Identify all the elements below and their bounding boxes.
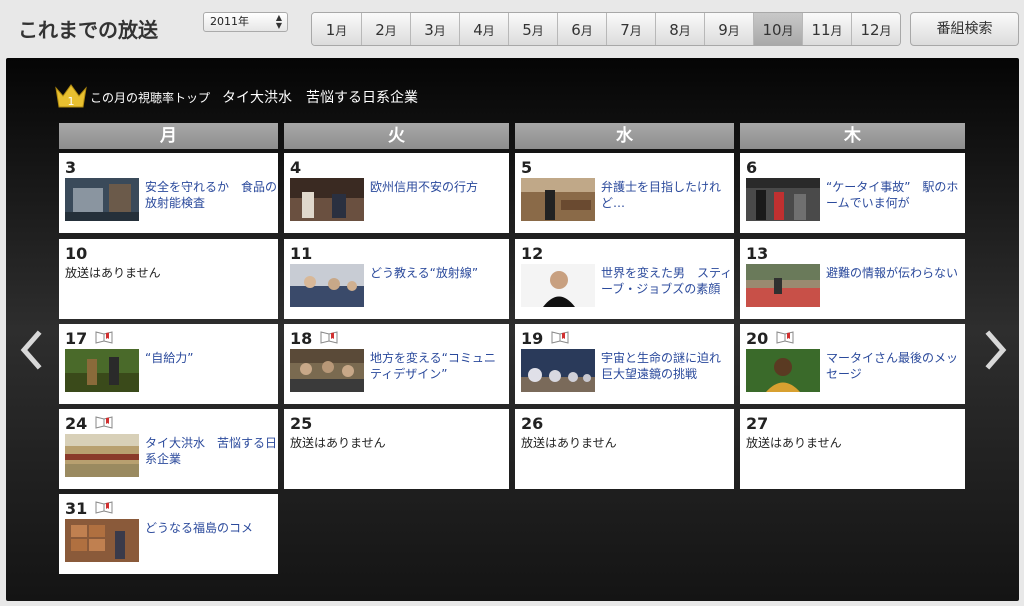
day-number: 24 xyxy=(65,414,88,433)
weekday-header-mon: 月 xyxy=(59,123,278,149)
month-tab-2[interactable]: 2月 xyxy=(361,13,410,45)
month-tab-11[interactable]: 11月 xyxy=(802,13,851,45)
crown-rank: 1 xyxy=(68,95,75,108)
calendar-day-27: 27 放送はありません xyxy=(740,409,965,489)
top-rated-banner: 1 この月の視聴率トップ タイ大洪水 苦悩する日系企業 xyxy=(54,82,418,110)
no-broadcast-text: 放送はありません xyxy=(521,436,617,450)
day-number: 17 xyxy=(65,329,88,348)
program-title-link[interactable]: 避難の情報が伝わらない xyxy=(826,265,960,281)
program-title-link[interactable]: 弁護士を目指したけれど… xyxy=(601,179,735,211)
year-select-value: 2011年 xyxy=(210,15,249,28)
month-tab-1[interactable]: 1月 xyxy=(312,13,361,45)
program-thumbnail[interactable] xyxy=(290,349,364,392)
weekday-header-tue: 火 xyxy=(284,123,509,149)
calendar-day-10: 10 放送はありません xyxy=(59,239,278,319)
calendar-day-6[interactable]: 6 “ケータイ事故” 駅のホームでいま何が xyxy=(740,153,965,233)
calendar-day-20[interactable]: 20 マータイさん最後のメッセージ xyxy=(740,324,965,404)
day-number: 18 xyxy=(290,329,313,348)
select-arrows-icon: ▲ ▼ xyxy=(275,13,282,30)
program-thumbnail[interactable] xyxy=(290,178,364,221)
program-search-button[interactable]: 番組検索 xyxy=(910,12,1019,46)
program-title-link[interactable]: “自給力” xyxy=(145,350,279,366)
top-rated-label: この月の視聴率トップ xyxy=(90,91,211,105)
program-thumbnail[interactable] xyxy=(290,264,364,307)
calendar-day-26: 26 放送はありません xyxy=(515,409,734,489)
chevron-right-icon[interactable] xyxy=(983,330,1009,370)
program-thumbnail[interactable] xyxy=(65,434,139,477)
month-tab-10[interactable]: 10月 xyxy=(753,13,802,45)
calendar-day-31[interactable]: 31 どうなる福島のコメ xyxy=(59,494,278,574)
open-book-icon[interactable] xyxy=(95,415,113,429)
program-thumbnail[interactable] xyxy=(521,349,595,392)
program-thumbnail[interactable] xyxy=(746,178,820,221)
program-thumbnail[interactable] xyxy=(65,349,139,392)
calendar-day-5[interactable]: 5 弁護士を目指したけれど… xyxy=(515,153,734,233)
open-book-icon[interactable] xyxy=(320,330,338,344)
calendar-day-4[interactable]: 4 欧州信用不安の行方 xyxy=(284,153,509,233)
program-title-link[interactable]: “ケータイ事故” 駅のホームでいま何が xyxy=(826,179,960,211)
day-number: 13 xyxy=(746,244,769,263)
calendar-day-3[interactable]: 3 安全を守れるか 食品の放射能検査 xyxy=(59,153,278,233)
month-tab-3[interactable]: 3月 xyxy=(410,13,459,45)
calendar-day-19[interactable]: 19 宇宙と生命の謎に迫れ 巨大望遠鏡の挑戦 xyxy=(515,324,734,404)
open-book-icon[interactable] xyxy=(95,330,113,344)
day-number: 5 xyxy=(521,158,533,177)
no-broadcast-text: 放送はありません xyxy=(746,436,842,450)
day-number: 31 xyxy=(65,499,88,518)
program-thumbnail[interactable] xyxy=(746,349,820,392)
day-number: 4 xyxy=(290,158,302,177)
calendar-day-18[interactable]: 18 地方を変える“コミュニティデザイン” xyxy=(284,324,509,404)
day-number: 10 xyxy=(65,244,88,263)
day-number: 6 xyxy=(746,158,758,177)
open-book-icon[interactable] xyxy=(776,330,794,344)
day-number: 25 xyxy=(290,414,313,433)
day-number: 27 xyxy=(746,414,769,433)
day-number: 26 xyxy=(521,414,544,433)
day-number: 19 xyxy=(521,329,544,348)
top-rated-title[interactable]: タイ大洪水 苦悩する日系企業 xyxy=(222,87,418,110)
chevron-left-icon[interactable] xyxy=(18,330,44,370)
crown-icon: 1 xyxy=(55,84,87,108)
day-number: 11 xyxy=(290,244,313,263)
month-tab-4[interactable]: 4月 xyxy=(459,13,508,45)
program-title-link[interactable]: 宇宙と生命の謎に迫れ 巨大望遠鏡の挑戦 xyxy=(601,350,735,382)
month-tabs: 1月 2月 3月 4月 5月 6月 7月 8月 9月 10月 11月 12月 xyxy=(311,12,901,46)
day-number: 3 xyxy=(65,158,77,177)
calendar-day-17[interactable]: 17 “自給力” xyxy=(59,324,278,404)
program-thumbnail[interactable] xyxy=(65,178,139,221)
weekday-header-wed: 水 xyxy=(515,123,734,149)
no-broadcast-text: 放送はありません xyxy=(290,436,386,450)
page-title: これまでの放送 xyxy=(18,18,158,42)
program-thumbnail[interactable] xyxy=(521,178,595,221)
month-tab-7[interactable]: 7月 xyxy=(606,13,655,45)
program-title-link[interactable]: どうなる福島のコメ xyxy=(145,520,279,536)
program-title-link[interactable]: どう教える“放射線” xyxy=(370,265,504,281)
open-book-icon[interactable] xyxy=(551,330,569,344)
program-thumbnail[interactable] xyxy=(521,264,595,307)
program-thumbnail[interactable] xyxy=(746,264,820,307)
open-book-icon[interactable] xyxy=(95,500,113,514)
calendar-day-13[interactable]: 13 避難の情報が伝わらない xyxy=(740,239,965,319)
day-number: 12 xyxy=(521,244,544,263)
program-title-link[interactable]: マータイさん最後のメッセージ xyxy=(826,350,960,382)
program-title-link[interactable]: 欧州信用不安の行方 xyxy=(370,179,504,195)
month-tab-6[interactable]: 6月 xyxy=(557,13,606,45)
month-tab-5[interactable]: 5月 xyxy=(508,13,557,45)
program-title-link[interactable]: 地方を変える“コミュニティデザイン” xyxy=(370,350,504,382)
program-title-link[interactable]: 世界を変えた男 スティーブ・ジョブズの素顔 xyxy=(601,265,735,297)
month-tab-8[interactable]: 8月 xyxy=(655,13,704,45)
calendar-day-24[interactable]: 24 タイ大洪水 苦悩する日系企業 xyxy=(59,409,278,489)
month-tab-9[interactable]: 9月 xyxy=(704,13,753,45)
program-title-link[interactable]: タイ大洪水 苦悩する日系企業 xyxy=(145,435,279,467)
year-select[interactable]: 2011年 ▲ ▼ xyxy=(203,12,288,32)
month-tab-12[interactable]: 12月 xyxy=(851,13,900,45)
weekday-header-thu: 木 xyxy=(740,123,965,149)
day-number: 20 xyxy=(746,329,769,348)
calendar-day-11[interactable]: 11 どう教える“放射線” xyxy=(284,239,509,319)
program-thumbnail[interactable] xyxy=(65,519,139,562)
program-title-link[interactable]: 安全を守れるか 食品の放射能検査 xyxy=(145,179,279,211)
no-broadcast-text: 放送はありません xyxy=(65,266,161,280)
calendar-day-25: 25 放送はありません xyxy=(284,409,509,489)
calendar-day-12[interactable]: 12 世界を変えた男 スティーブ・ジョブズの素顔 xyxy=(515,239,734,319)
